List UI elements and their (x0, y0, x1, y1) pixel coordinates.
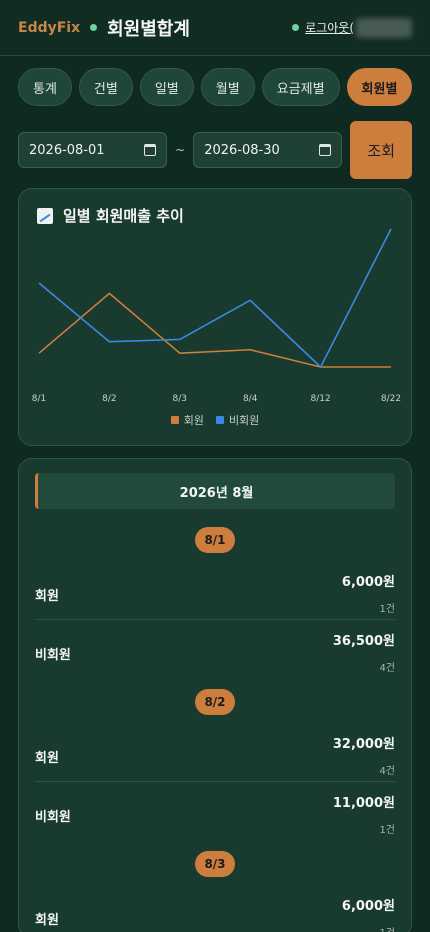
start-date-input[interactable]: 2026-08-01 (18, 132, 168, 168)
line-chart: 8/1 8/2 8/3 8/4 8/12 8/22 (32, 228, 401, 404)
legend-item-member[interactable]: 회원 (170, 412, 204, 428)
date-badge: 8/2 (195, 689, 235, 715)
amount-block: 32,000원 4건 (333, 733, 395, 777)
x-tick-label: 8/2 (102, 394, 116, 404)
brand: EddyFix 회원별합계 (18, 15, 190, 41)
count-value: 1건 (379, 604, 395, 615)
tab-by-item[interactable]: 건별 (78, 68, 133, 106)
amount-block: 11,000원 1건 (333, 792, 395, 836)
app-header: EddyFix 회원별합계 로그아웃( (0, 0, 430, 56)
chart-legend: 회원 비회원 (19, 412, 411, 428)
end-date-value: 2026-08-30 (204, 142, 280, 158)
tab-by-plan[interactable]: 요금제별 (261, 68, 340, 106)
chart-card: 일별 회원매출 추이 8/1 8/2 8/3 8/4 8/12 8/22 회원 비회원 (18, 188, 412, 446)
list-item: 회원 6,000원 1건 (35, 885, 395, 932)
member-type-label: 회원 (35, 589, 59, 604)
tab-daily[interactable]: 일별 (139, 68, 194, 106)
list-item: 회원 6,000원 1건 (35, 561, 395, 620)
date-badge: 8/1 (195, 527, 235, 553)
legend-swatch (170, 416, 179, 424)
calendar-icon[interactable] (319, 144, 332, 156)
calendar-icon[interactable] (144, 144, 157, 156)
tab-monthly[interactable]: 월별 (200, 68, 255, 106)
amount-value: 36,500원 (332, 634, 395, 649)
date-range-separator: ~ (175, 143, 186, 157)
month-header: 2026년 8월 (35, 473, 395, 509)
member-type-label: 회원 (35, 751, 59, 766)
legend-label: 회원 (183, 414, 204, 427)
count-value: 4건 (379, 663, 395, 674)
x-tick-label: 8/4 (243, 394, 258, 404)
x-tick-label: 8/1 (32, 394, 46, 404)
x-tick-label: 8/3 (173, 394, 187, 404)
x-tick-label: 8/12 (310, 394, 330, 404)
series-line-member[interactable] (38, 292, 391, 368)
count-value: 1건 (342, 924, 395, 932)
amount-value: 6,000원 (341, 575, 395, 590)
date-badge: 8/3 (195, 851, 235, 877)
member-sales-list: 2026년 8월 8/1 회원 6,000원 1건 비회원 36,500원 4건… (18, 458, 412, 932)
list-item: 회원 32,000원 4건 (35, 723, 395, 782)
legend-label: 비회원 (228, 414, 260, 427)
user-area: 로그아웃( (292, 17, 412, 38)
date-filter: 2026-08-01 ~ 2026-08-30 조회 (0, 121, 430, 179)
list-item: 비회원 36,500원 4건 (35, 620, 395, 679)
tab-stats[interactable]: 통계 (18, 68, 72, 106)
status-dot-icon (90, 24, 98, 31)
member-type-label: 비회원 (35, 648, 71, 663)
member-type-label: 회원 (35, 913, 59, 928)
series-line-nonmember[interactable] (38, 228, 392, 368)
legend-swatch (215, 416, 224, 424)
date-group: 8/2 회원 32,000원 4건 비회원 11,000원 1건 (35, 689, 395, 841)
online-dot-icon (292, 24, 300, 31)
amount-block: 6,000원 1건 (342, 571, 395, 615)
amount-value: 11,000원 (332, 796, 395, 811)
x-tick-label: 8/22 (381, 394, 401, 404)
date-group: 8/3 회원 6,000원 1건 (35, 851, 395, 932)
logout-link[interactable]: 로그아웃( (305, 19, 354, 36)
amount-block: 6,000원 1건 (342, 895, 395, 932)
page-title: 회원별합계 (107, 18, 190, 40)
legend-item-nonmember[interactable]: 비회원 (215, 412, 260, 428)
redacted-username (356, 17, 412, 38)
member-type-label: 비회원 (35, 810, 71, 825)
list-item: 비회원 11,000원 1건 (35, 782, 395, 841)
stats-tab-bar: 통계 건별 일별 월별 요금제별 회원별 (0, 56, 430, 106)
amount-block: 36,500원 4건 (333, 630, 395, 674)
count-value: 4건 (379, 766, 395, 777)
count-value: 1건 (379, 825, 395, 836)
app-logo[interactable]: EddyFix (18, 20, 80, 36)
date-group: 8/1 회원 6,000원 1건 비회원 36,500원 4건 (35, 527, 395, 679)
end-date-input[interactable]: 2026-08-30 (193, 132, 343, 168)
search-button[interactable]: 조회 (350, 121, 412, 179)
amount-value: 6,000원 (341, 899, 395, 914)
amount-value: 32,000원 (332, 737, 395, 752)
start-date-value: 2026-08-01 (29, 142, 105, 158)
tab-by-member[interactable]: 회원별 (346, 68, 413, 106)
